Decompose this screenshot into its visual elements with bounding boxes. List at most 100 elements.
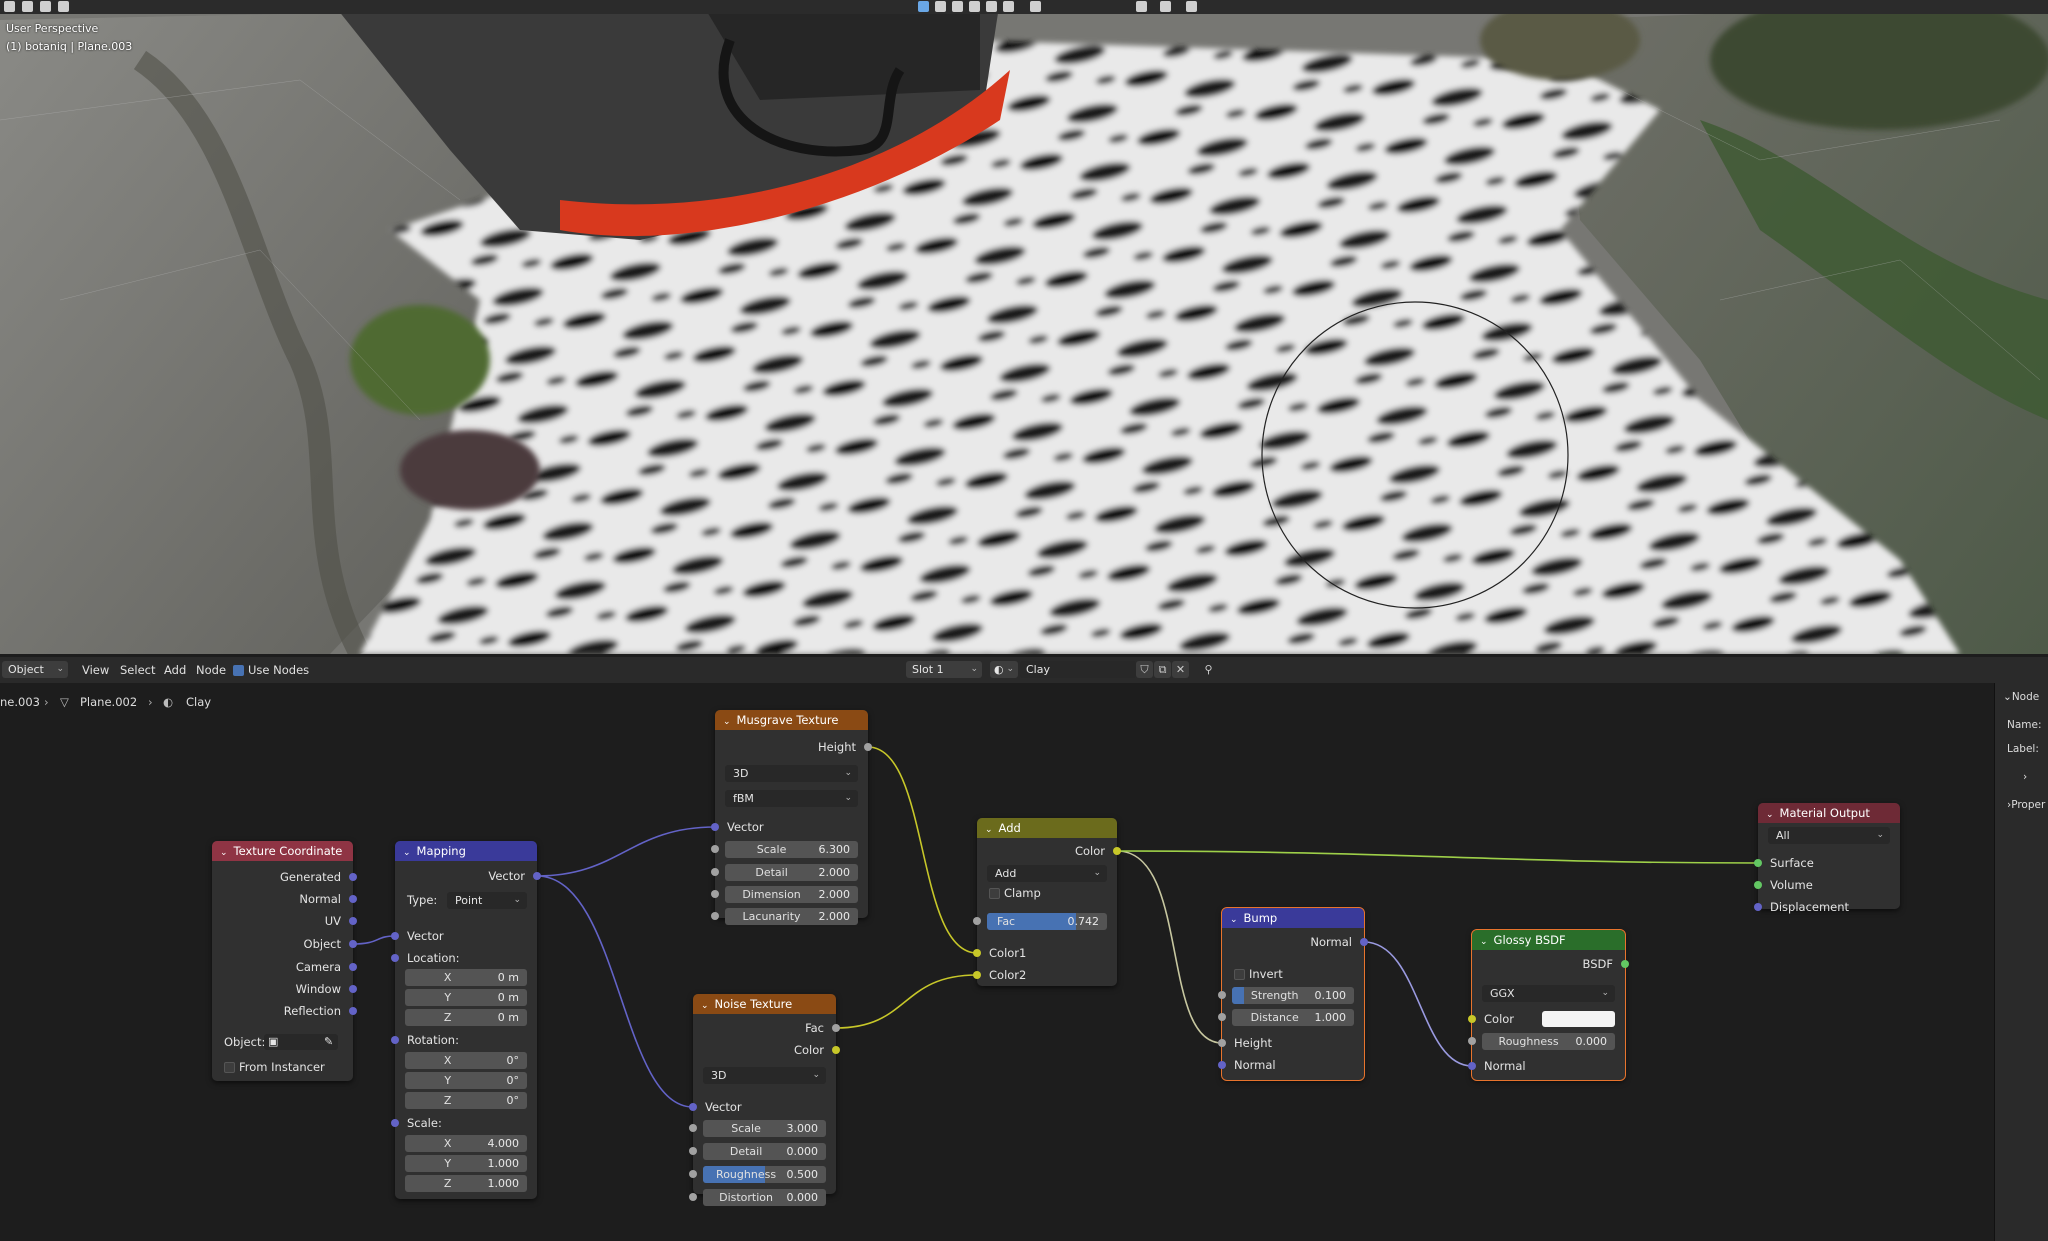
output-socket[interactable] [349, 985, 357, 993]
view-icon[interactable] [58, 1, 69, 12]
strength-slider[interactable]: Strength 0.100 [1218, 987, 1354, 1004]
node-header[interactable]: ⌄ Texture Coordinate [212, 841, 353, 861]
checkbox-unchecked-icon[interactable] [989, 888, 1000, 899]
view-icon[interactable] [40, 1, 51, 12]
sidebar-tab-node[interactable]: ⌄ Node [2003, 691, 2039, 703]
input-socket[interactable] [1468, 1062, 1476, 1070]
noise-scale-field[interactable]: Scale 3.000 [689, 1120, 826, 1137]
gizmo-icon[interactable] [1160, 1, 1171, 12]
input-socket[interactable] [1218, 991, 1226, 999]
input-socket[interactable] [689, 1193, 697, 1201]
invert-row[interactable]: Invert [1222, 965, 1364, 983]
view-icon[interactable] [22, 1, 33, 12]
input-socket[interactable] [391, 932, 399, 940]
collapse-arrow-icon[interactable]: ⌄ [1480, 937, 1488, 947]
shading-icon[interactable] [952, 1, 963, 12]
slot-dropdown[interactable]: Slot 1 ⌄ [906, 661, 982, 678]
node-header[interactable]: ⌄ Glossy BSDF [1472, 930, 1625, 950]
pin-icon[interactable]: ⚲ [1200, 661, 1217, 678]
input-socket[interactable] [711, 890, 719, 898]
input-socket[interactable] [1218, 1039, 1226, 1047]
input-socket[interactable] [1754, 903, 1762, 911]
input-socket[interactable] [689, 1170, 697, 1178]
target-dropdown[interactable]: All ⌄ [1768, 827, 1890, 844]
node-glossy-bsdf[interactable]: ⌄ Glossy BSDF BSDF GGX ⌄ Color Roughness 0.… [1468, 929, 1629, 1081]
blend-mode-dropdown[interactable]: Add ⌄ [987, 865, 1107, 882]
node-mapping[interactable]: ⌄ Mapping Vector Type: Point ⌄ Vector Loca… [391, 841, 541, 1199]
menu-select[interactable]: Select [120, 663, 155, 677]
musgrave-dimension-field[interactable]: Dimension 2.000 [711, 886, 858, 903]
rotation-x-field[interactable]: X 0° [405, 1052, 527, 1069]
eyedropper-icon[interactable]: ✎ [324, 1033, 333, 1051]
musgrave-lacunarity-field[interactable]: Lacunarity 2.000 [711, 908, 858, 925]
fac-slider[interactable]: Fac 0.742 [973, 913, 1107, 930]
input-socket[interactable] [973, 971, 981, 979]
location-z-field[interactable]: Z0 m [405, 1009, 527, 1026]
output-socket[interactable] [349, 917, 357, 925]
input-socket[interactable] [1468, 1037, 1476, 1045]
musgrave-detail-field[interactable]: Detail 2.000 [711, 864, 858, 881]
use-nodes-toggle[interactable]: Use Nodes [233, 663, 309, 677]
rotation-z-field[interactable]: Z 0° [405, 1092, 527, 1109]
node-noise-texture[interactable]: ⌄ Noise Texture Fac Color 3D ⌄ Vector Scal… [689, 994, 840, 1206]
output-socket[interactable] [349, 873, 357, 881]
node-add[interactable]: ⌄ Add Color Add ⌄ Clamp Fac 0.742 Color1 Co… [973, 818, 1121, 986]
roughness-field[interactable]: Roughness 0.000 [1468, 1033, 1615, 1050]
input-socket[interactable] [1218, 1013, 1226, 1021]
input-socket[interactable] [689, 1103, 697, 1111]
shading-icon[interactable] [986, 1, 997, 12]
clamp-row[interactable]: Clamp [977, 884, 1117, 902]
type-dropdown[interactable]: Point ⌄ [447, 892, 527, 909]
menu-node[interactable]: Node [196, 663, 226, 677]
overlay-icon[interactable] [1136, 1, 1147, 12]
input-socket[interactable] [1218, 1061, 1226, 1069]
input-socket[interactable] [711, 868, 719, 876]
material-name-field[interactable]: Clay [1020, 661, 1136, 678]
output-socket[interactable] [832, 1024, 840, 1032]
location-x-field[interactable]: X0 m [405, 969, 527, 986]
input-socket[interactable] [1754, 859, 1762, 867]
output-socket[interactable] [349, 895, 357, 903]
output-socket[interactable] [349, 1007, 357, 1015]
shading-icon[interactable] [1003, 1, 1014, 12]
collapse-arrow-icon[interactable]: ⌄ [220, 848, 228, 858]
noise-distortion-field[interactable]: Distortion 0.000 [689, 1189, 826, 1206]
material-browse-button[interactable]: ◐ ⌄ [990, 661, 1018, 678]
dimensions-dropdown[interactable]: 3D ⌄ [703, 1067, 826, 1084]
scale-x-field[interactable]: X 4.000 [405, 1135, 527, 1152]
node-texture-coordinate[interactable]: ⌄ Texture Coordinate Generated Normal UV … [212, 841, 357, 1081]
3d-viewport[interactable]: User Perspective (1) botaniq | Plane.003 [0, 0, 2048, 654]
checkbox-unchecked-icon[interactable] [1234, 969, 1245, 980]
input-socket[interactable] [1754, 881, 1762, 889]
node-canvas[interactable]: ne.003 › ▽ Plane.002 › ◐ Clay ⌄ Texture C… [0, 683, 2048, 1241]
view-icon[interactable] [4, 1, 15, 12]
collapse-arrow-icon[interactable]: ⌄ [723, 717, 731, 727]
node-header[interactable]: ⌄ Bump [1222, 908, 1364, 928]
input-socket[interactable] [973, 949, 981, 957]
scale-y-field[interactable]: Y 1.000 [405, 1155, 527, 1172]
output-socket[interactable] [864, 743, 872, 751]
output-socket[interactable] [1621, 960, 1629, 968]
node-material-output[interactable]: ⌄ Material Output All ⌄ Surface Volume Dis… [1754, 803, 1900, 914]
chevron-right-icon[interactable]: › [2023, 771, 2027, 783]
input-socket[interactable] [1468, 1015, 1476, 1023]
input-socket[interactable] [711, 823, 719, 831]
dimensions-dropdown[interactable]: 3D ⌄ [725, 765, 858, 782]
collapse-arrow-icon[interactable]: ⌄ [985, 825, 993, 835]
object-mode-dropdown[interactable]: Object ⌄ [2, 661, 68, 678]
shading-icon[interactable] [918, 1, 929, 12]
shading-icon[interactable] [969, 1, 980, 12]
node-header[interactable]: ⌄ Musgrave Texture [715, 710, 868, 730]
close-icon[interactable]: ✕ [1172, 661, 1189, 678]
input-socket[interactable] [689, 1147, 697, 1155]
fake-user-icon[interactable]: ⛉ [1136, 661, 1153, 678]
output-socket[interactable] [832, 1046, 840, 1054]
input-socket[interactable] [391, 1119, 399, 1127]
distribution-dropdown[interactable]: GGX ⌄ [1482, 985, 1615, 1002]
musgrave-scale-field[interactable]: Scale 6.300 [711, 841, 858, 858]
checkbox-unchecked-icon[interactable] [224, 1062, 235, 1073]
node-header[interactable]: ⌄ Material Output [1758, 803, 1900, 823]
collapse-arrow-icon[interactable]: ⌄ [1766, 810, 1774, 820]
menu-view[interactable]: View [82, 663, 109, 677]
menu-add[interactable]: Add [164, 663, 186, 677]
